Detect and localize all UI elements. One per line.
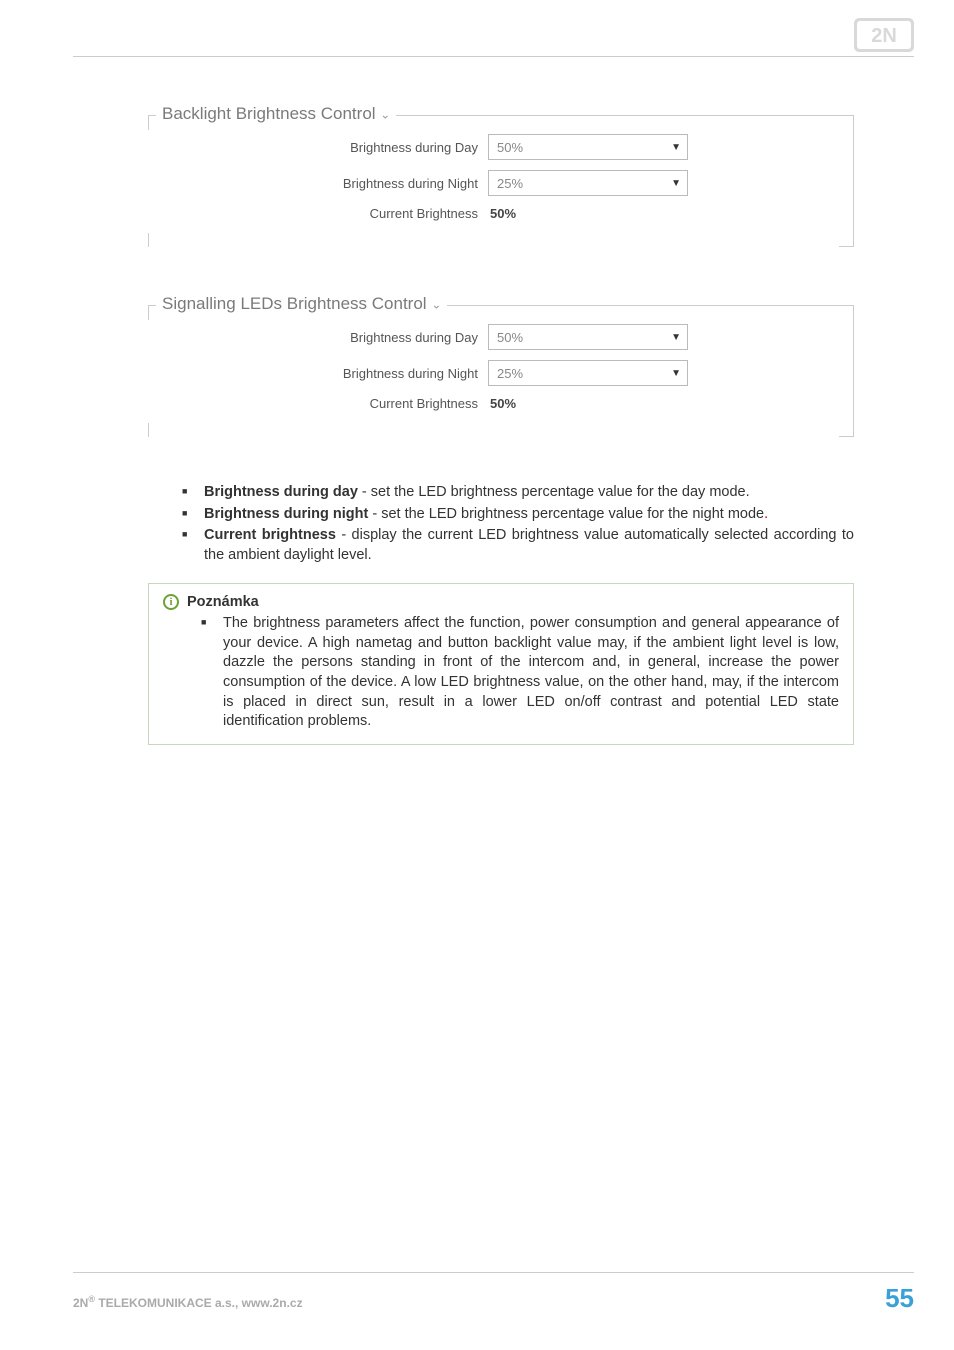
desc-brightness-day: - set the LED brightness percentage valu… xyxy=(358,484,750,500)
backlight-day-label: Brightness during Day xyxy=(170,140,488,155)
page-number: 55 xyxy=(885,1283,914,1314)
page-footer: 2N® TELEKOMUNIKACE a.s., www.2n.cz 55 xyxy=(73,1272,914,1314)
note-body: The brightness parameters affect the fun… xyxy=(223,614,839,731)
info-icon: i xyxy=(163,594,179,610)
footer-company: 2N® TELEKOMUNIKACE a.s., www.2n.cz xyxy=(73,1294,303,1310)
signalling-day-value: 50% xyxy=(497,330,523,345)
header-divider xyxy=(73,56,914,57)
signalling-legend-text: Signalling LEDs Brightness Control xyxy=(162,294,427,313)
backlight-current-value: 50% xyxy=(488,206,516,221)
signalling-night-value: 25% xyxy=(497,366,523,381)
signalling-current-value: 50% xyxy=(488,396,516,411)
red-dot: . xyxy=(764,506,768,522)
backlight-night-select[interactable]: 25% ▼ xyxy=(488,170,688,196)
signalling-legend[interactable]: Signalling LEDs Brightness Control ⌄ xyxy=(156,294,447,314)
backlight-brightness-fieldset: Backlight Brightness Control ⌄ Brightnes… xyxy=(148,115,854,247)
signalling-night-select[interactable]: 25% ▼ xyxy=(488,360,688,386)
backlight-night-label: Brightness during Night xyxy=(170,176,488,191)
signalling-day-label: Brightness during Day xyxy=(170,330,488,345)
signalling-day-select[interactable]: 50% ▼ xyxy=(488,324,688,350)
backlight-day-value: 50% xyxy=(497,140,523,155)
list-item: Brightness during day - set the LED brig… xyxy=(204,483,854,503)
term-current-brightness: Current brightness xyxy=(204,527,336,543)
chevron-down-icon: ⌄ xyxy=(431,298,441,312)
caret-down-icon: ▼ xyxy=(671,332,681,343)
backlight-night-value: 25% xyxy=(497,176,523,191)
list-item: Brightness during night - set the LED br… xyxy=(204,505,854,525)
signalling-brightness-fieldset: Signalling LEDs Brightness Control ⌄ Bri… xyxy=(148,305,854,437)
brand-logo: 2N xyxy=(854,18,914,52)
caret-down-icon: ▼ xyxy=(671,178,681,189)
list-item: Current brightness - display the current… xyxy=(204,526,854,565)
svg-text:2N: 2N xyxy=(871,25,897,47)
signalling-current-label: Current Brightness xyxy=(170,396,488,411)
term-brightness-day: Brightness during day xyxy=(204,484,358,500)
backlight-day-select[interactable]: 50% ▼ xyxy=(488,134,688,160)
backlight-legend[interactable]: Backlight Brightness Control ⌄ xyxy=(156,104,396,124)
caret-down-icon: ▼ xyxy=(671,368,681,379)
backlight-legend-text: Backlight Brightness Control xyxy=(162,104,376,123)
chevron-down-icon: ⌄ xyxy=(380,108,390,122)
desc-brightness-night: - set the LED brightness percentage valu… xyxy=(368,506,764,522)
signalling-night-label: Brightness during Night xyxy=(170,366,488,381)
note-title: Poznámka xyxy=(187,594,259,610)
caret-down-icon: ▼ xyxy=(671,142,681,153)
description-list: Brightness during day - set the LED brig… xyxy=(148,483,854,565)
backlight-current-label: Current Brightness xyxy=(170,206,488,221)
note-box: i Poznámka The brightness parameters aff… xyxy=(148,583,854,744)
term-brightness-night: Brightness during night xyxy=(204,506,368,522)
